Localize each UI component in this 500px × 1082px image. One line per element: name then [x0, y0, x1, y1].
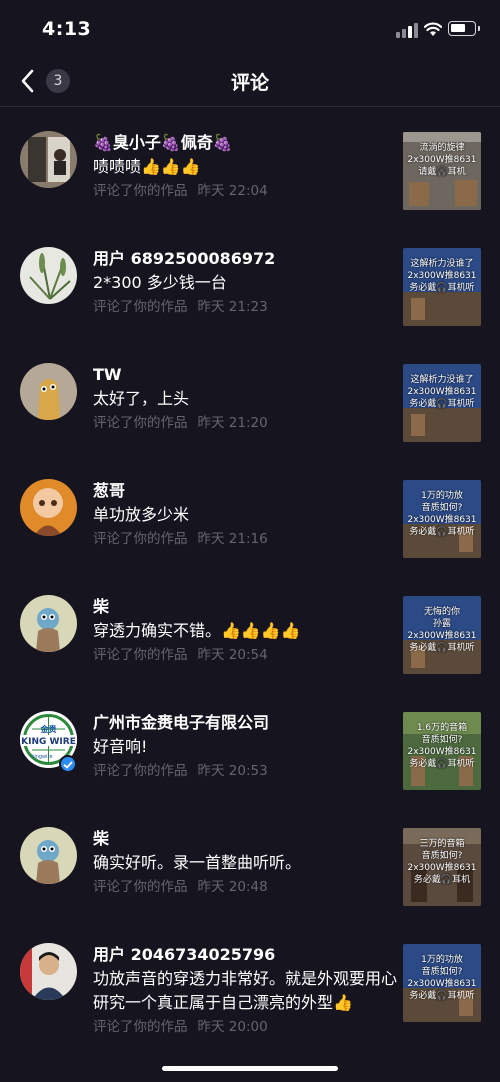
- comment-username[interactable]: 葱哥: [93, 479, 398, 503]
- comment-text: 太好了，上头: [93, 389, 190, 408]
- cartoon-avatar-icon[interactable]: [20, 363, 77, 420]
- video-thumbnail[interactable]: 无悔的你 孙露 2x300W推8631 务必戴🎧耳机听: [403, 596, 481, 674]
- comment-item[interactable]: 葱哥 单功放多少米 评论了你的作品 昨天 21:16 1万的功放 音质如何? 2x…: [0, 455, 500, 570]
- comment-time: 昨天 22:04: [197, 183, 268, 199]
- comment-item[interactable]: TW 太好了，上头 评论了你的作品 昨天 21:20 这解析力没谁了 2x300W…: [0, 339, 500, 454]
- comment-text: 单功放多少米: [93, 505, 190, 524]
- comment-time: 昨天 20:48: [197, 879, 268, 895]
- status-time: 4:13: [42, 18, 92, 40]
- comment-action: 评论了你的作品: [93, 1019, 188, 1035]
- comment-item[interactable]: 柴 穿透力确实不错。👍👍👍👍 评论了你的作品 昨天 20:54 无悔的你 孙露 2…: [0, 571, 500, 686]
- comment-item[interactable]: 柴 确实好听。录一首整曲听听。 评论了你的作品 昨天 20:48 三万的音箱 音质…: [0, 803, 500, 918]
- comment-username[interactable]: 柴: [93, 827, 398, 851]
- cellular-signal-icon: [396, 22, 418, 38]
- comment-action: 评论了你的作品: [93, 415, 188, 431]
- comment-text: 2*300 多少钱一台: [93, 273, 227, 292]
- thumbnail-caption: 这解析力没谁了 2x300W推8631 务必戴🎧耳机听: [407, 259, 477, 293]
- video-thumbnail[interactable]: 1万的功放 音质如何? 2x300W推8631 务必戴🎧耳机听: [403, 480, 481, 558]
- comment-action: 评论了你的作品: [93, 879, 188, 895]
- thumbnail-caption: 无悔的你 孙露 2x300W推8631 务必戴🎧耳机听: [407, 607, 477, 653]
- status-bar: 4:13: [0, 0, 500, 60]
- thumbnail-caption: 三万的音箱 音质如何? 2x300W推8631 务必戴🎧耳机: [407, 839, 477, 885]
- verified-badge-icon: [59, 755, 77, 773]
- logo-line2: KING WIRE: [21, 737, 76, 747]
- logo-line1: 金赉: [40, 724, 57, 734]
- cartoon-bird-avatar-icon[interactable]: [20, 827, 77, 884]
- cartoon-bird-avatar-icon[interactable]: [20, 595, 77, 652]
- video-thumbnail[interactable]: 1万的功放 音质如何? 2x300W推8631 务必戴🎧耳机听: [403, 944, 481, 1022]
- thumbnail-caption: 1.6万的音箱 音质如何? 2x300W推8631 务必戴🎧耳机听: [407, 723, 477, 769]
- wifi-icon: [424, 22, 442, 36]
- comment-action: 评论了你的作品: [93, 763, 188, 779]
- comment-action: 评论了你的作品: [93, 531, 188, 547]
- comment-text: 功放声音的穿透力非常好。就是外观要用心研究一个真正属于自己漂亮的外型👍: [93, 969, 398, 1012]
- person-photo-avatar-icon[interactable]: [20, 943, 77, 1000]
- comment-item[interactable]: 🍇臭小子🍇佩奇🍇 啧啧啧👍👍👍 评论了你的作品 昨天 22:04 流淌的旋律 2x…: [0, 107, 500, 222]
- comment-item[interactable]: 用户 2046734025796 功放声音的穿透力非常好。就是外观要用心研究一个…: [0, 919, 500, 1069]
- comment-action: 评论了你的作品: [93, 299, 188, 315]
- comment-username[interactable]: 柴: [93, 595, 398, 619]
- comment-time: 昨天 20:00: [197, 1019, 268, 1035]
- plant-avatar-icon[interactable]: [20, 247, 77, 304]
- comment-time: 昨天 20:53: [197, 763, 268, 779]
- comment-username[interactable]: 广州市金赉电子有限公司: [93, 711, 398, 735]
- comment-time: 昨天 20:54: [197, 647, 268, 663]
- comment-username[interactable]: TW: [93, 363, 398, 387]
- video-thumbnail[interactable]: 1.6万的音箱 音质如何? 2x300W推8631 务必戴🎧耳机听: [403, 712, 481, 790]
- photo-avatar-icon[interactable]: [20, 131, 77, 188]
- logo-line3: kingwire: [31, 754, 52, 760]
- comment-text: 穿透力确实不错。👍👍👍👍: [93, 621, 301, 640]
- comment-username[interactable]: 用户 2046734025796: [93, 943, 398, 967]
- thumbnail-caption: 1万的功放 音质如何? 2x300W推8631 务必戴🎧耳机听: [407, 955, 477, 1001]
- video-thumbnail[interactable]: 三万的音箱 音质如何? 2x300W推8631 务必戴🎧耳机: [403, 828, 481, 906]
- battery-icon: [448, 21, 476, 36]
- comment-time: 昨天 21:16: [197, 531, 268, 547]
- video-thumbnail[interactable]: 流淌的旋律 2x300W推8631 请戴🎧耳机: [403, 132, 481, 210]
- cartoon-monk-avatar-icon[interactable]: [20, 479, 77, 536]
- thumbnail-caption: 这解析力没谁了 2x300W推8631 务必戴🎧耳机听: [407, 375, 477, 409]
- thumbnail-caption: 1万的功放 音质如何? 2x300W推8631 务必戴🎧耳机听: [407, 491, 477, 537]
- comment-text: 确实好听。录一首整曲听听。: [93, 853, 302, 872]
- video-thumbnail[interactable]: 这解析力没谁了 2x300W推8631 务必戴🎧耳机听: [403, 364, 481, 442]
- comment-time: 昨天 21:20: [197, 415, 268, 431]
- page-title: 评论: [230, 72, 269, 94]
- comment-item[interactable]: 金赉 KING WIRE kingwire 广州市金赉电子有限公司 好音响! 评…: [0, 687, 500, 802]
- home-indicator[interactable]: [162, 1066, 338, 1071]
- video-thumbnail[interactable]: 这解析力没谁了 2x300W推8631 务必戴🎧耳机听: [403, 248, 481, 326]
- comment-action: 评论了你的作品: [93, 647, 188, 663]
- thumbnail-caption: 流淌的旋律 2x300W推8631 请戴🎧耳机: [407, 143, 477, 177]
- comment-item[interactable]: 用户 6892500086972 2*300 多少钱一台 评论了你的作品 昨天 2…: [0, 223, 500, 338]
- comment-action: 评论了你的作品: [93, 183, 188, 199]
- comment-text: 好音响!: [93, 737, 148, 756]
- nav-bar: 3 评论: [0, 60, 500, 107]
- comment-username[interactable]: 用户 6892500086972: [93, 247, 398, 271]
- comment-text: 啧啧啧👍👍👍: [93, 157, 201, 176]
- comment-username[interactable]: 🍇臭小子🍇佩奇🍇: [93, 131, 398, 155]
- comment-time: 昨天 21:23: [197, 299, 268, 315]
